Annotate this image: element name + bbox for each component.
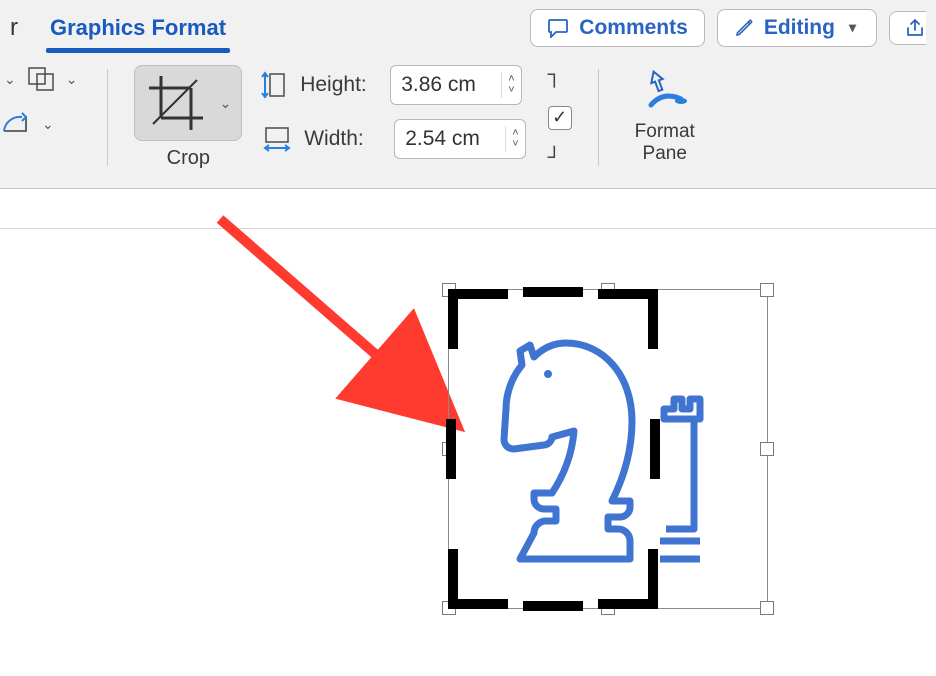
- ribbon: r Graphics Format Comments Editing ▾: [0, 0, 936, 189]
- resize-handle[interactable]: [760, 601, 774, 615]
- format-pane-label-2: Pane: [643, 143, 687, 164]
- tab-graphics-format[interactable]: Graphics Format: [42, 9, 234, 47]
- crop-handle[interactable]: [648, 549, 658, 609]
- crop-label: Crop: [167, 147, 210, 170]
- chevron-down-icon: ⌄: [38, 116, 58, 133]
- height-field[interactable]: ˄˅: [390, 65, 521, 105]
- crop-handle[interactable]: [650, 419, 660, 479]
- width-input[interactable]: [395, 123, 505, 155]
- comment-icon: [547, 18, 569, 38]
- crop-frame[interactable]: [448, 289, 658, 609]
- height-label: Height:: [300, 73, 380, 97]
- resize-handle[interactable]: [760, 283, 774, 297]
- width-icon: [260, 124, 294, 154]
- corner-top-icon: ┐: [548, 67, 572, 85]
- chevron-down-icon: ⌄: [62, 71, 82, 88]
- share-icon: [904, 18, 926, 38]
- group-divider: [598, 69, 599, 166]
- format-pane-label-1: Format: [635, 121, 695, 142]
- spin-down-icon[interactable]: ˅: [512, 139, 518, 150]
- resize-handle[interactable]: [760, 442, 774, 456]
- crop-handle[interactable]: [648, 289, 658, 349]
- chevron-down-icon: ⌄: [0, 71, 20, 88]
- rotate-icon: [0, 111, 32, 137]
- group-icon: [26, 65, 56, 93]
- crop-button[interactable]: ⌄: [134, 65, 242, 141]
- spin-down-icon[interactable]: ˅: [508, 85, 514, 96]
- tab-partial-previous[interactable]: r: [10, 14, 22, 42]
- tabs-row: r Graphics Format Comments Editing ▾: [0, 0, 936, 55]
- ribbon-tools: ⌄ ⌄ ⌄: [0, 55, 936, 188]
- width-field[interactable]: ˄˅: [394, 119, 525, 159]
- comments-button[interactable]: Comments: [530, 9, 705, 47]
- editing-label: Editing: [764, 16, 835, 40]
- left-tool-fragment: ⌄ ⌄ ⌄: [0, 65, 81, 137]
- chevron-down-icon: ▾: [845, 19, 860, 36]
- height-input[interactable]: [391, 69, 501, 101]
- crop-handle[interactable]: [523, 287, 583, 297]
- document-area: [0, 189, 936, 676]
- format-pane-icon: [637, 65, 693, 117]
- ruler: [0, 189, 936, 229]
- crop-handle[interactable]: [448, 549, 458, 609]
- comments-label: Comments: [579, 16, 688, 40]
- share-button-partial[interactable]: [889, 11, 926, 45]
- size-corner-group: ┐ ✓ ┘: [544, 65, 572, 170]
- crop-icon: [141, 70, 211, 136]
- height-spinner[interactable]: ˄˅: [501, 72, 520, 98]
- chevron-down-icon: ⌄: [215, 95, 235, 112]
- editing-button[interactable]: Editing ▾: [717, 9, 877, 47]
- format-pane-button[interactable]: FormatPane: [625, 65, 705, 165]
- corner-bottom-icon: ┘: [548, 150, 572, 168]
- canvas[interactable]: [0, 229, 936, 676]
- size-group: Height: ˄˅ Width: ˄˅: [260, 65, 525, 159]
- pencil-icon: [734, 18, 754, 38]
- crop-handle[interactable]: [448, 289, 458, 349]
- crop-handle[interactable]: [446, 419, 456, 479]
- crop-handle[interactable]: [523, 601, 583, 611]
- crop-group: ⌄ Crop: [134, 65, 242, 170]
- height-icon: [260, 68, 290, 102]
- group-divider: [107, 69, 108, 166]
- rotate-tool-partial[interactable]: ⌄: [0, 111, 81, 137]
- width-label: Width:: [304, 127, 384, 151]
- position-tool-partial[interactable]: ⌄ ⌄: [0, 65, 81, 93]
- lock-aspect-checkbox[interactable]: ✓: [548, 106, 572, 130]
- width-spinner[interactable]: ˄˅: [505, 126, 524, 152]
